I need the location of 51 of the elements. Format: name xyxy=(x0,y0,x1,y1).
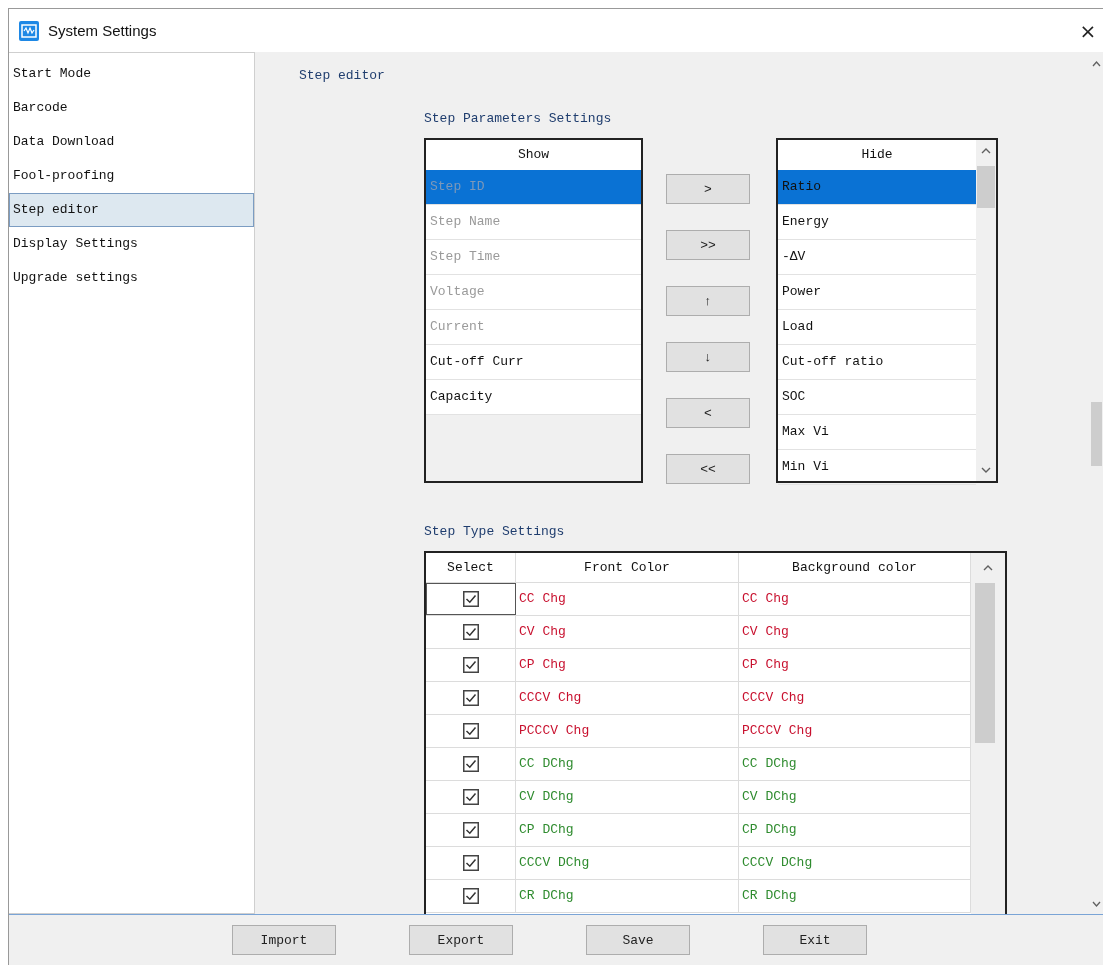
checkbox[interactable] xyxy=(462,822,479,838)
checkbox[interactable] xyxy=(462,657,479,673)
checkbox[interactable] xyxy=(462,756,479,772)
list-item[interactable]: Cut-off Curr xyxy=(426,345,641,380)
list-item[interactable]: Ratio xyxy=(778,170,976,205)
table-cell: PCCCV Chg xyxy=(516,715,739,747)
move-button[interactable]: << xyxy=(666,454,750,484)
page-title: Step editor xyxy=(299,68,385,83)
window-title: System Settings xyxy=(48,22,158,39)
move-button[interactable]: ↓ xyxy=(666,342,750,372)
checkbox[interactable] xyxy=(463,591,479,607)
sidebar-item[interactable]: Upgrade settings xyxy=(9,261,254,295)
checkbox[interactable] xyxy=(462,624,479,640)
table-cell: CV DChg xyxy=(516,781,739,813)
move-button[interactable]: >> xyxy=(666,230,750,260)
table-cell: CR DChg xyxy=(516,880,739,912)
checkbox[interactable] xyxy=(462,723,479,739)
column-header: Front Color xyxy=(516,553,739,583)
scrollbar[interactable] xyxy=(976,140,996,481)
dialog-button[interactable]: Exit xyxy=(763,925,867,955)
move-button[interactable]: < xyxy=(666,398,750,428)
checkbox[interactable] xyxy=(462,888,479,904)
table-cell: CC DChg xyxy=(516,748,739,780)
table-cell: CC Chg xyxy=(516,583,739,615)
checkbox[interactable] xyxy=(462,789,479,805)
sidebar-item[interactable]: Fool-proofing xyxy=(9,159,254,193)
move-button[interactable]: > xyxy=(666,174,750,204)
list-header: Hide xyxy=(860,146,894,164)
dialog-button[interactable]: Export xyxy=(409,925,513,955)
dialog-button[interactable]: Import xyxy=(232,925,336,955)
sidebar-item[interactable]: Start Mode xyxy=(9,57,254,91)
section-title: Step Parameters Settings xyxy=(424,111,612,126)
checkbox[interactable] xyxy=(462,690,479,706)
column-header: Select xyxy=(426,553,516,583)
scrollbar[interactable] xyxy=(971,553,1005,914)
close-button[interactable]: × xyxy=(1073,18,1103,43)
table-cell: CCCV Chg xyxy=(516,682,739,714)
table-cell: CP DChg xyxy=(516,814,739,846)
sidebar-item[interactable]: Barcode xyxy=(9,91,254,125)
table-cell: CCCV DChg xyxy=(516,847,739,879)
list-header: Show xyxy=(516,146,551,164)
sidebar-item[interactable]: Display Settings xyxy=(9,227,254,261)
sidebar-item[interactable]: Data Download xyxy=(9,125,254,159)
sidebar-item[interactable]: Step editor xyxy=(9,193,254,227)
table-cell: CV Chg xyxy=(516,616,739,648)
app-icon xyxy=(19,20,39,41)
section-title: Step Type Settings xyxy=(424,524,565,539)
table-cell: CP Chg xyxy=(516,649,739,681)
move-button[interactable]: ↑ xyxy=(666,286,750,316)
checkbox[interactable] xyxy=(462,855,479,871)
dialog-button[interactable]: Save xyxy=(586,925,690,955)
